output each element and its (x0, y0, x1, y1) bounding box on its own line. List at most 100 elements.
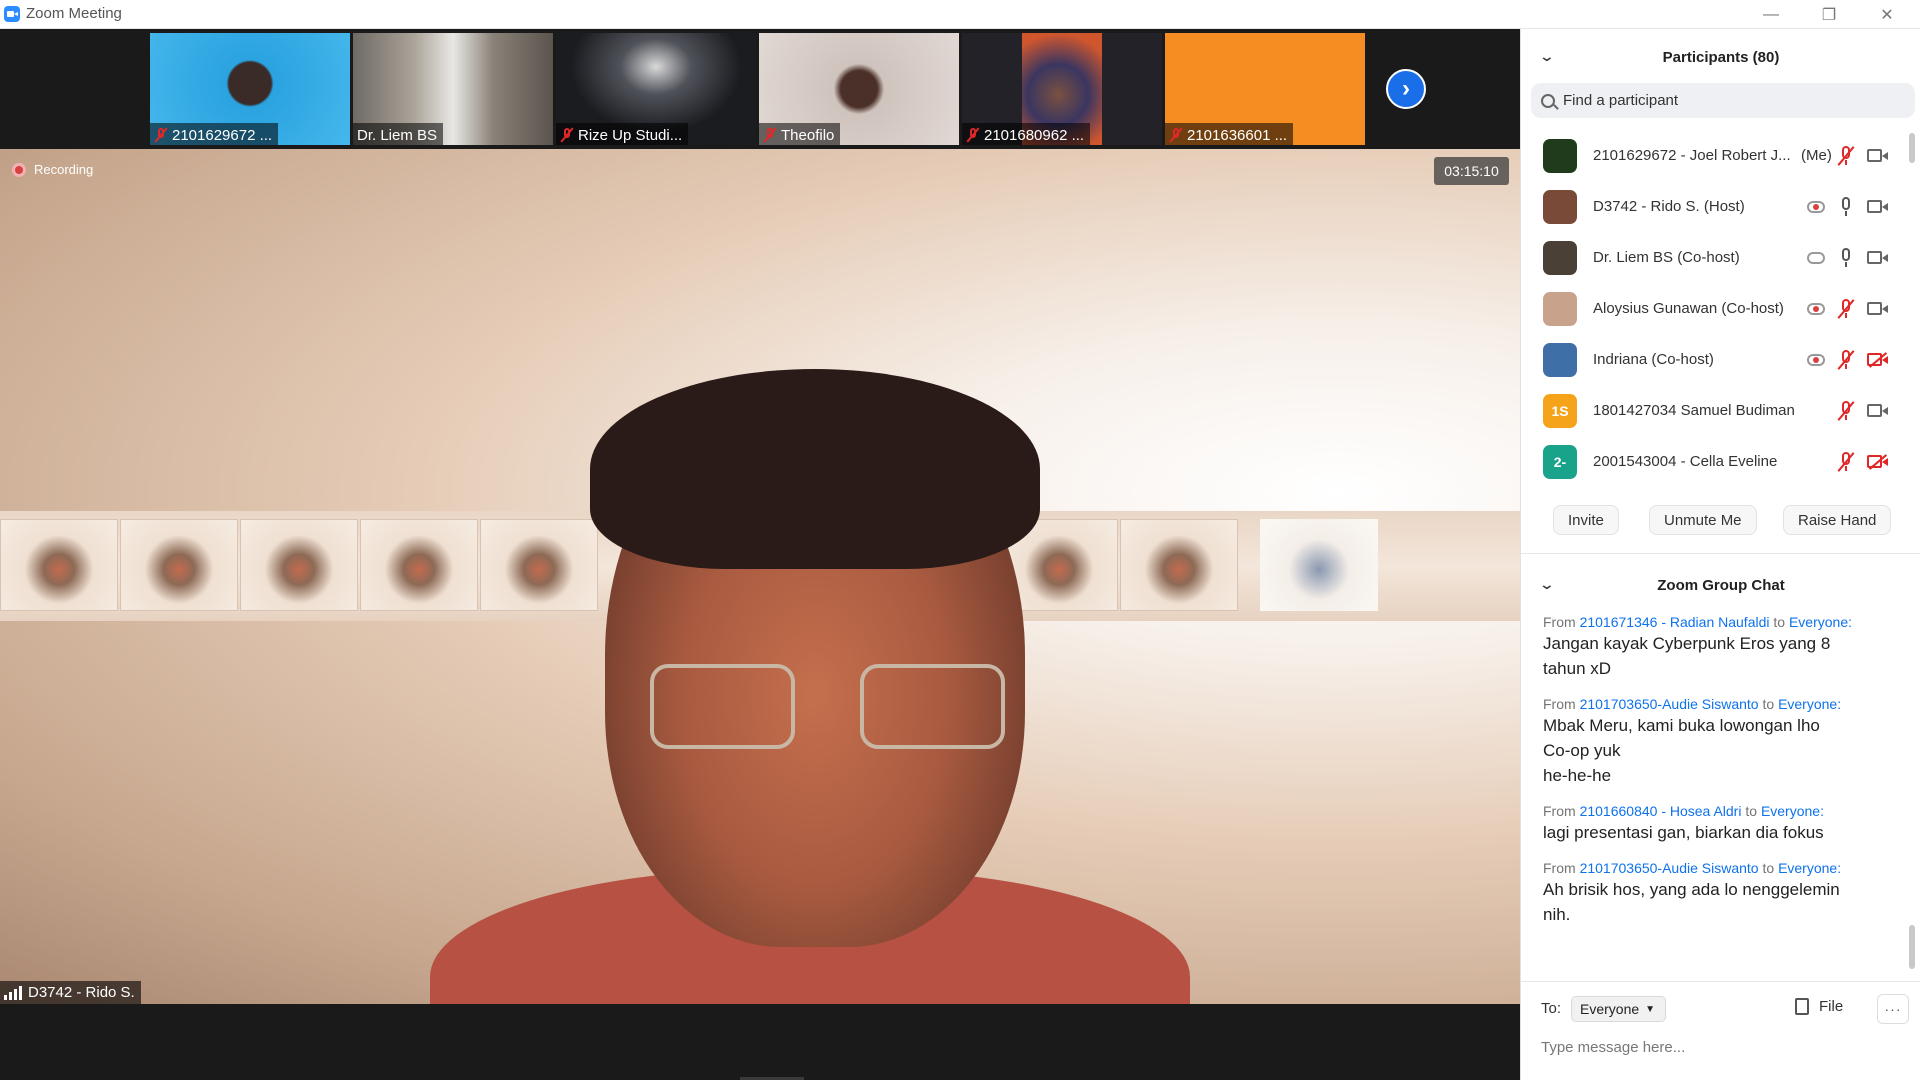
title-bar: Zoom Meeting — ❐ ✕ (0, 0, 1920, 29)
thumbnail-name: 2101636601 ... (1187, 126, 1288, 144)
participant-name: Aloysius Gunawan (Co-host) (1593, 300, 1784, 317)
active-speaker-video (0, 149, 1520, 1004)
wallpaper-tile (240, 519, 358, 611)
participant-name: Indriana (Co-host) (1593, 351, 1714, 368)
chat-message-text: Mbak Meru, kami buka lowongan lho Co-op … (1543, 716, 1820, 785)
restore-button[interactable]: ❐ (1800, 0, 1858, 29)
participant-name: 1801427034 Samuel Budiman (1593, 402, 1795, 419)
cloud-recording-icon (1807, 353, 1825, 366)
thumbnail-label: Theofilo (759, 123, 841, 145)
minimize-button[interactable]: — (1742, 0, 1800, 29)
video-thumbnail[interactable]: 2101636601 ... (1165, 33, 1365, 145)
video-thumbnail[interactable]: 2101680962 ... (962, 33, 1162, 145)
participant-row[interactable]: 2- 2001543004 - Cella Eveline (1521, 436, 1909, 487)
chat-header: ⌄ Zoom Group Chat (1521, 567, 1920, 603)
collapse-chevron-icon[interactable]: ⌄ (1539, 576, 1555, 593)
chat-sender[interactable]: 2101703650-Audie Siswanto (1580, 860, 1759, 876)
more-options-button[interactable]: ··· (1877, 994, 1909, 1024)
mic-muted-icon[interactable] (1839, 298, 1853, 319)
video-thumbnail[interactable]: 2101629672 ... (150, 33, 350, 145)
camera-off-icon[interactable] (1867, 454, 1889, 469)
mic-muted-icon[interactable] (1839, 145, 1853, 166)
chat-recipient: Everyone: (1778, 696, 1842, 712)
avatar: 2- (1543, 444, 1577, 479)
speaker-name: D3742 - Rido S. (28, 984, 135, 1001)
cloud-icon (1807, 251, 1825, 264)
chat-message: From 2101671346 - Radian Naufaldi to Eve… (1543, 613, 1903, 681)
chat-recipient: Everyone: (1760, 803, 1824, 819)
recipient-select[interactable]: Everyone ▼ (1571, 996, 1667, 1022)
chat-message-meta: From 2101660840 - Hosea Aldri to Everyon… (1543, 803, 1824, 819)
section-divider (1521, 981, 1920, 982)
participant-name: 2001543004 - Cella Eveline (1593, 453, 1778, 470)
chat-message-input[interactable] (1541, 1039, 1911, 1056)
participant-row[interactable]: Dr. Liem BS (Co-host) (1521, 232, 1909, 283)
participant-search-input[interactable] (1563, 92, 1893, 109)
bottom-toolbar-area (0, 1004, 1520, 1080)
mic-icon[interactable] (1839, 247, 1853, 268)
close-button[interactable]: ✕ (1858, 0, 1916, 29)
chat-message-text: Jangan kayak Cyberpunk Eros yang 8 tahun… (1543, 634, 1831, 678)
participant-scrollbar[interactable] (1909, 133, 1915, 163)
chat-sender[interactable]: 2101703650-Audie Siswanto (1580, 696, 1759, 712)
mic-muted-icon[interactable] (1839, 349, 1853, 370)
camera-icon[interactable] (1867, 250, 1889, 265)
chat-message-meta: From 2101703650-Audie Siswanto to Everyo… (1543, 696, 1842, 712)
recording-indicator[interactable]: Recording (12, 162, 93, 177)
camera-off-icon[interactable] (1867, 352, 1889, 367)
wallpaper-tile (1260, 519, 1378, 611)
unmute-me-button[interactable]: Unmute Me (1649, 505, 1757, 535)
muted-mic-icon (966, 127, 980, 143)
next-page-arrow-icon[interactable]: › (1386, 69, 1426, 109)
collapse-chevron-icon[interactable]: ⌄ (1539, 48, 1555, 65)
muted-mic-icon (1169, 127, 1183, 143)
video-thumbnail[interactable]: Dr. Liem BS (353, 33, 553, 145)
zoom-app-icon (4, 6, 20, 22)
side-panel: ⌄ Participants (80) 2101629672 - Joel Ro… (1520, 29, 1920, 1080)
participant-row[interactable]: 1S 1801427034 Samuel Budiman (1521, 385, 1909, 436)
camera-icon[interactable] (1867, 148, 1889, 163)
muted-mic-icon (560, 127, 574, 143)
camera-icon[interactable] (1867, 301, 1889, 316)
wallpaper-tile (480, 519, 598, 611)
participant-search[interactable] (1531, 83, 1915, 118)
avatar (1543, 291, 1577, 326)
chat-recipient-row: To: Everyone ▼ File ··· (1541, 994, 1917, 1024)
file-button[interactable]: File (1795, 998, 1843, 1015)
mic-icon[interactable] (1839, 196, 1853, 217)
participant-row[interactable]: Aloysius Gunawan (Co-host) (1521, 283, 1909, 334)
mic-muted-icon[interactable] (1839, 451, 1853, 472)
participant-row[interactable]: Indriana (Co-host) (1521, 334, 1909, 385)
thumbnail-label: Dr. Liem BS (353, 123, 444, 145)
chat-message-text: Ah brisik hos, yang ada lo nenggelemin n… (1543, 880, 1840, 924)
thumbnail-name: Dr. Liem BS (357, 126, 438, 144)
participants-header: ⌄ Participants (80) (1521, 39, 1920, 75)
video-thumbnail[interactable]: Rize Up Studi... (556, 33, 756, 145)
chat-recipient: Everyone: (1778, 860, 1842, 876)
section-divider (1521, 553, 1920, 554)
wallpaper-tile (120, 519, 238, 611)
wallpaper-tile (1120, 519, 1238, 611)
mic-muted-icon[interactable] (1839, 400, 1853, 421)
participant-row[interactable]: 2101629672 - Joel Robert J... (Me) (1521, 130, 1909, 181)
participant-me-tag: (Me) (1801, 147, 1832, 164)
search-icon (1541, 93, 1555, 108)
video-thumbnail[interactable]: Theofilo (759, 33, 959, 145)
chat-message: From 2101703650-Audie Siswanto to Everyo… (1543, 859, 1903, 927)
wallpaper-tile (360, 519, 478, 611)
chat-sender[interactable]: 2101660840 - Hosea Aldri (1580, 803, 1742, 819)
speaker-hair (590, 369, 1040, 569)
file-label: File (1819, 998, 1844, 1015)
camera-icon[interactable] (1867, 199, 1889, 214)
chat-scrollbar[interactable] (1909, 925, 1915, 969)
participant-row[interactable]: D3742 - Rido S. (Host) (1521, 181, 1909, 232)
chat-sender[interactable]: 2101671346 - Radian Naufaldi (1580, 614, 1770, 630)
avatar: 1S (1543, 393, 1577, 428)
invite-button[interactable]: Invite (1553, 505, 1619, 535)
participants-title: Participants (80) (1662, 48, 1780, 66)
camera-icon[interactable] (1867, 403, 1889, 418)
chat-message-text: lagi presentasi gan, biarkan dia fokus (1543, 823, 1824, 842)
speaker-name-label: D3742 - Rido S. (0, 981, 141, 1004)
raise-hand-button[interactable]: Raise Hand (1783, 505, 1892, 535)
participant-actions: Invite Unmute Me Raise Hand (1521, 505, 1920, 539)
